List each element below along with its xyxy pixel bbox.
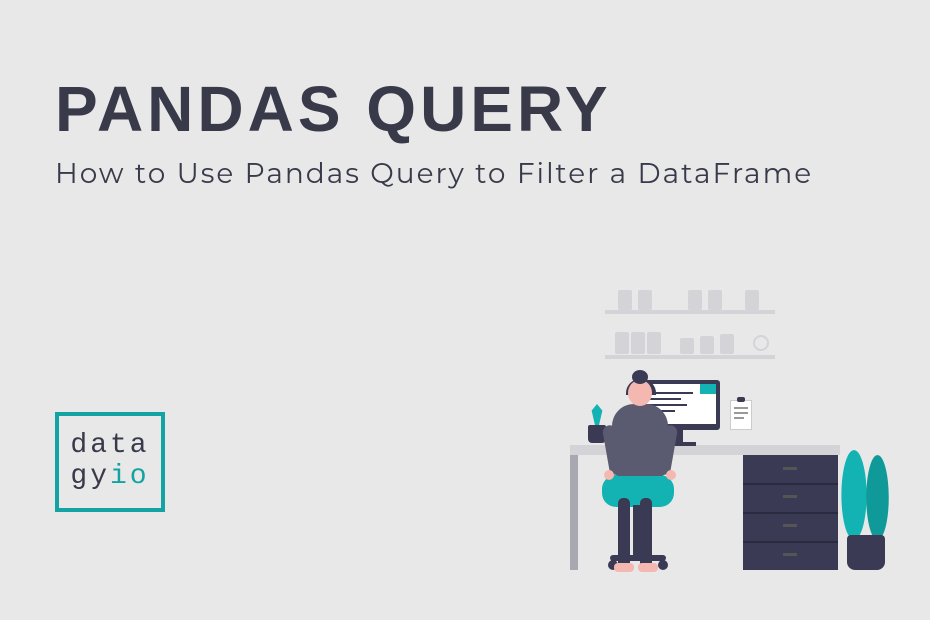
shelf-item-icon [680, 338, 694, 354]
clipboard-line-icon [734, 407, 748, 409]
shelf-item-icon [708, 290, 722, 310]
person-shoe [638, 563, 658, 572]
small-plant-icon [588, 404, 606, 426]
person-hair-bun [632, 370, 648, 384]
plant-leaf-icon [840, 450, 868, 540]
person-hand [604, 470, 614, 480]
person-leg [618, 498, 630, 568]
clipboard-icon [730, 400, 752, 430]
shelf-item-icon [638, 290, 652, 310]
shelf-bottom [605, 355, 775, 359]
clipboard-clip-icon [737, 397, 745, 402]
clipboard-line-icon [734, 417, 744, 419]
desk-leg [570, 455, 578, 570]
shelf-book-icon [615, 332, 629, 354]
logo-text-line2: gyio [70, 462, 149, 493]
logo-text-gy: gy [70, 461, 110, 492]
chair-seat [602, 475, 674, 507]
hero-illustration [560, 280, 900, 590]
page-title: PANDAS QUERY [55, 72, 612, 146]
desk-drawers [743, 455, 838, 570]
plant-leaf-icon [865, 455, 890, 540]
plant-pot-icon [847, 535, 885, 570]
shelf-item-icon [720, 334, 734, 354]
person-shoe [614, 563, 634, 572]
shelf-item-icon [618, 290, 632, 310]
shelf-item-icon [745, 290, 759, 310]
logo-text-io: io [110, 461, 150, 492]
shelf-book-icon [631, 332, 645, 354]
shelf-item-icon [688, 290, 702, 310]
person-leg [640, 498, 652, 568]
clipboard-line-icon [734, 412, 748, 414]
chair-wheel-icon [658, 560, 668, 570]
logo-text-line1: data [70, 431, 149, 462]
brand-logo: data gyio [55, 412, 165, 512]
shelf-top [605, 310, 775, 314]
shelf-book-icon [647, 332, 661, 354]
shelf-item-icon [700, 336, 714, 354]
screen-corner-accent [700, 384, 716, 394]
clock-icon [753, 335, 769, 351]
person-hand [666, 470, 676, 480]
page-subtitle: How to Use Pandas Query to Filter a Data… [55, 155, 875, 194]
